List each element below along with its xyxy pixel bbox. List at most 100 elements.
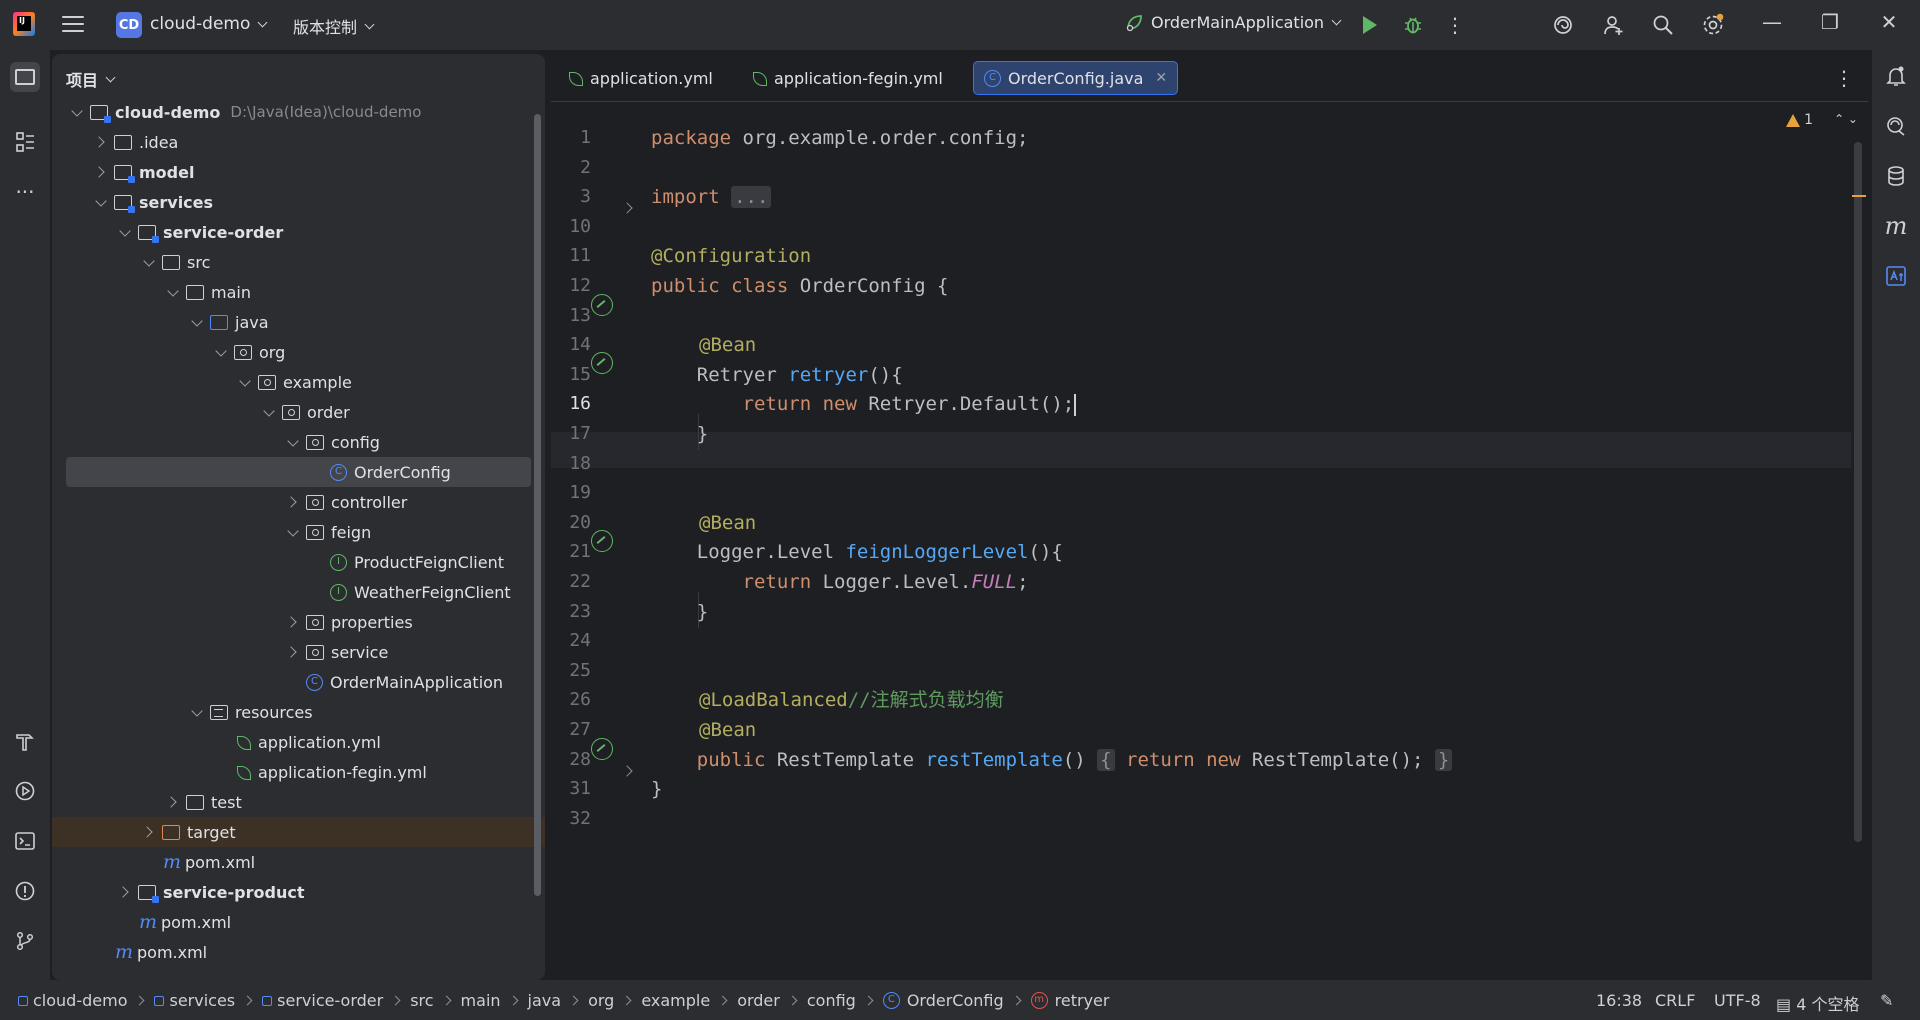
line-separator[interactable]: CRLF [1655,991,1695,1010]
tree-item-config[interactable]: config [52,427,532,457]
tree-item-services[interactable]: services [52,187,532,217]
breadcrumb-item[interactable]: services [169,991,235,1010]
breadcrumb-item[interactable]: main [461,991,501,1010]
tree-item-cloud-demo[interactable]: cloud-demo D:\Java(Idea)\cloud-demo [52,97,532,127]
spring-bean-gutter-icon[interactable] [591,738,613,760]
breadcrumb-item[interactable]: retryer [1055,991,1110,1010]
folded-brace[interactable]: } [1434,749,1453,771]
maven-button[interactable]: m [1882,212,1910,240]
breadcrumb-item[interactable]: example [641,991,710,1010]
tabs-menu-button[interactable]: ⋮ [1834,66,1854,90]
terminal-tool-button[interactable] [10,826,40,856]
vcs-menu[interactable]: 版本控制 [293,14,375,38]
method-name: retryer [788,364,869,386]
project-scrollbar[interactable] [534,114,541,896]
notifications-button[interactable] [1882,62,1910,90]
tree-item-pom-order[interactable]: m pom.xml [52,847,532,877]
run-config-selector[interactable]: OrderMainApplication [1125,13,1342,32]
readonly-toggle[interactable]: ✎ [1880,991,1893,1010]
tree-item-src[interactable]: src [52,247,532,277]
spring-bean-gutter-icon[interactable] [591,294,613,316]
tree-item-weatherfeignclient[interactable]: I WeatherFeignClient [52,577,532,607]
ai-assistant-button[interactable] [1550,12,1576,38]
tree-item-test[interactable]: test [52,787,532,817]
tree-item-application-fegin-yml[interactable]: application-fegin.yml [52,757,532,787]
tree-item-feign[interactable]: feign [52,517,532,547]
breadcrumb-item[interactable]: order [737,991,780,1010]
ai-chat-button[interactable] [1882,112,1910,140]
database-button[interactable] [1882,162,1910,190]
spring-bean-gutter-icon[interactable] [591,530,613,552]
build-tool-button[interactable] [10,726,40,756]
spring-bean-gutter-icon[interactable] [591,352,613,374]
structure-tool-button[interactable] [10,127,40,157]
main-menu-icon[interactable] [62,16,84,34]
editor-scrollbar[interactable] [1854,142,1862,842]
tree-item-java[interactable]: java [52,307,532,337]
caret-position[interactable]: 16:38 [1596,991,1642,1010]
folded-brace[interactable]: { [1097,749,1115,771]
tree-item-org[interactable]: org [52,337,532,367]
breadcrumb-item[interactable]: config [807,991,856,1010]
file-encoding[interactable]: UTF-8 [1714,991,1761,1010]
settings-button[interactable] [1700,12,1726,38]
tree-item-target[interactable]: target [52,817,545,847]
breadcrumb-item[interactable]: org [588,991,614,1010]
collapse-arrow-icon [94,164,110,180]
tab-application-yml[interactable]: application.yml [557,61,723,95]
services-tool-button[interactable] [10,776,40,806]
inspection-nav-arrows[interactable]: ⌃ ⌄ [1834,112,1858,126]
fold-arrow-icon[interactable] [621,765,633,777]
more-actions-button[interactable]: ⋮ [1442,12,1468,38]
tree-item-ordermainapplication[interactable]: C OrderMainApplication [52,667,532,697]
run-button[interactable] [1357,12,1383,38]
debug-button[interactable] [1400,12,1426,38]
breadcrumb-item[interactable]: OrderConfig [907,991,1004,1010]
tree-item-pom-root[interactable]: m pom.xml [52,937,532,967]
tree-item-service-order[interactable]: service-order [52,217,532,247]
tab-application-fegin-yml[interactable]: application-fegin.yml [741,61,953,95]
expand-arrow-icon [142,254,158,270]
tree-item-service-product[interactable]: service-product [52,877,532,907]
tree-item-pom-services[interactable]: m pom.xml [52,907,532,937]
tab-orderconfig-java[interactable]: C OrderConfig.java ✕ [973,61,1179,95]
search-button[interactable] [1650,12,1676,38]
tree-item-properties[interactable]: properties [52,607,532,637]
tree-item-productfeignclient[interactable]: I ProductFeignClient [52,547,532,577]
breadcrumb-item[interactable]: cloud-demo [33,991,127,1010]
tree-item-orderconfig[interactable]: C OrderConfig [66,457,531,487]
close-window-button[interactable]: ✕ [1874,10,1904,34]
tree-item-order[interactable]: order [52,397,532,427]
breadcrumb-item[interactable]: src [410,991,433,1010]
tree-item-label: application.yml [258,732,381,752]
add-user-button[interactable] [1601,12,1627,38]
minimize-button[interactable]: — [1757,10,1787,34]
tree-item-main[interactable]: main [52,277,532,307]
breadcrumb-item[interactable]: service-order [277,991,383,1010]
breadcrumb-item[interactable]: java [528,991,562,1010]
folded-imports[interactable]: ... [731,186,772,208]
warning-stripe-mark[interactable] [1852,195,1866,197]
tree-item-model[interactable]: model [52,157,532,187]
indent-setting[interactable]: ▤ 4 个空格 [1776,991,1859,1015]
tree-item-controller[interactable]: controller [52,487,532,517]
tree-item-service[interactable]: service [52,637,532,667]
annotation: @Bean [699,512,757,534]
warning-icon [1786,113,1801,127]
git-tool-button[interactable] [10,926,40,956]
project-tool-button[interactable] [10,62,40,92]
translate-button[interactable] [1882,262,1910,290]
restore-button[interactable]: ❐ [1815,10,1845,34]
close-tab-icon[interactable]: ✕ [1155,70,1167,86]
tree-item-idea[interactable]: .idea [52,127,532,157]
more-tools-button[interactable]: ··· [10,177,40,207]
tree-item-resources[interactable]: resources [52,697,532,727]
tree-item-application-yml[interactable]: application.yml [52,727,532,757]
inspection-widget[interactable]: 1 [1786,112,1813,128]
tree-item-example[interactable]: example [52,367,532,397]
project-switcher[interactable]: cloud-demo [150,14,268,34]
problems-tool-button[interactable] [10,876,40,906]
fold-arrow-icon[interactable] [621,202,633,214]
module-folder-icon [138,224,159,243]
project-badge[interactable]: CD [116,12,142,38]
